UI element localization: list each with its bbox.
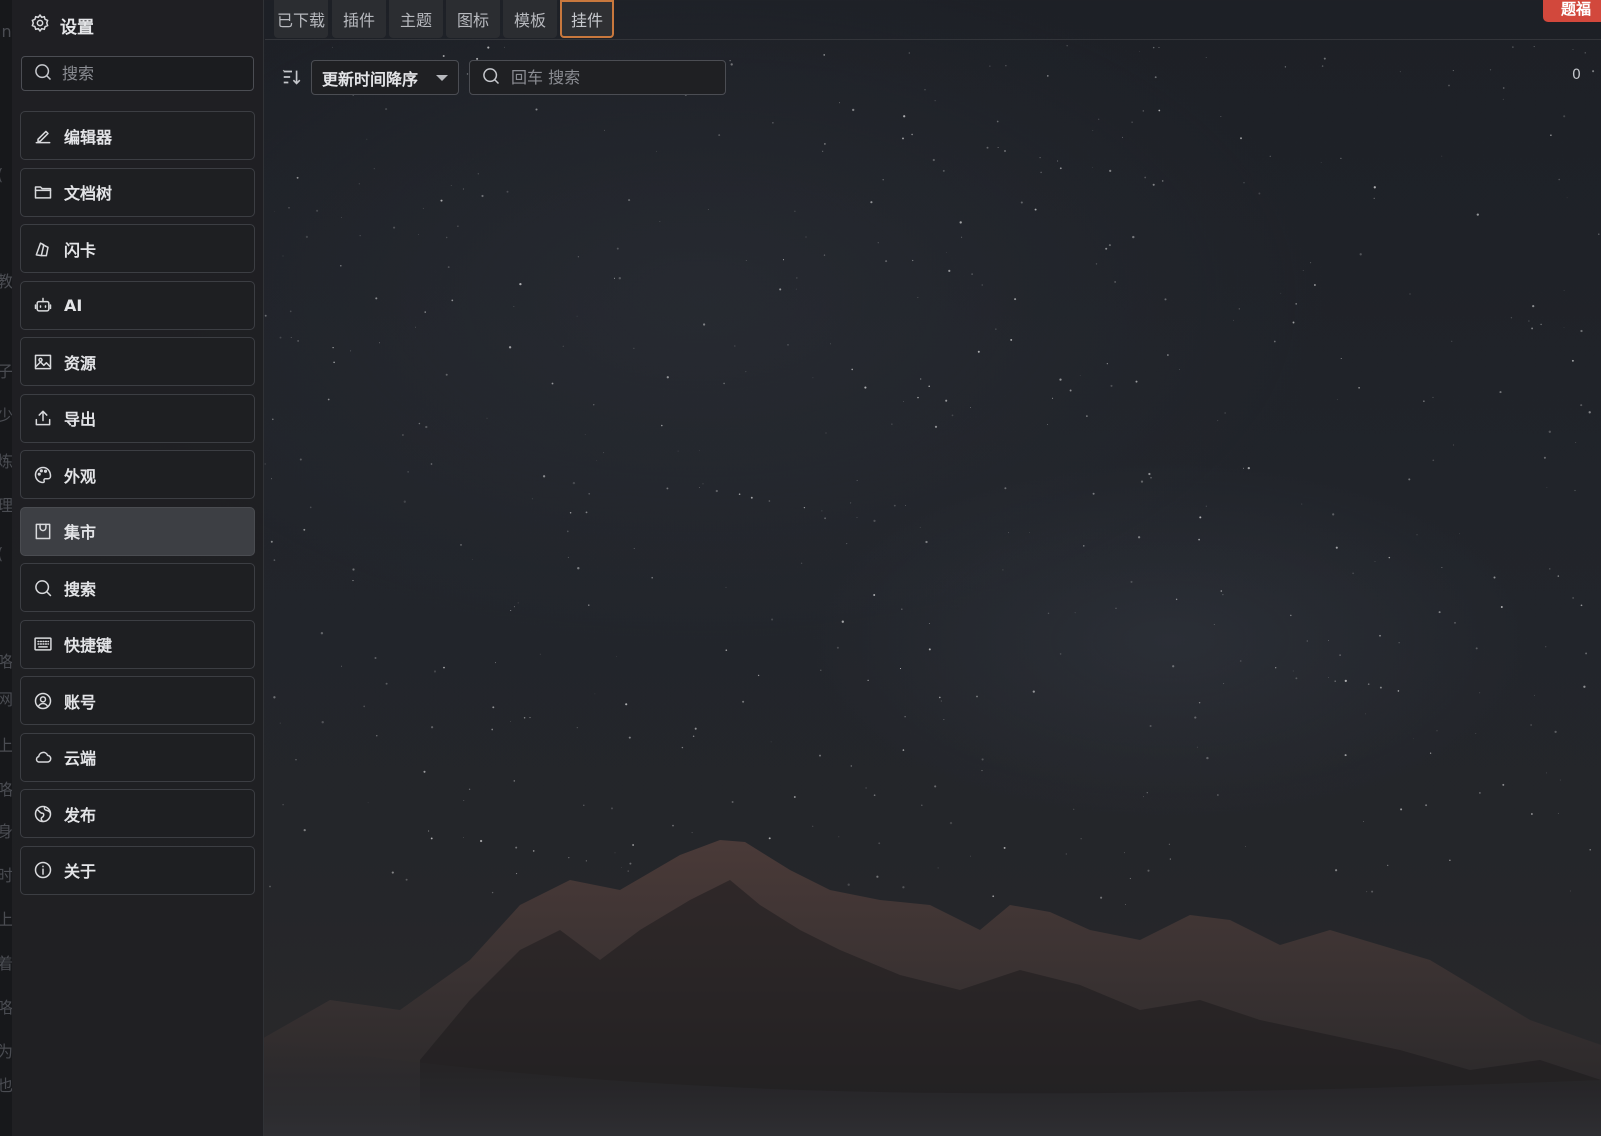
bazaar-search-input[interactable] — [511, 68, 681, 87]
caret-down-icon — [436, 75, 448, 81]
background-text-fragment: 子 — [0, 362, 12, 381]
tab-1[interactable]: 已下载 — [274, 0, 328, 38]
settings-search-input[interactable] — [62, 64, 232, 83]
folder-icon — [33, 182, 53, 202]
sidebar-item-6[interactable]: 导出 — [20, 393, 255, 443]
search-icon — [33, 578, 53, 598]
settings-title: 设置 — [30, 12, 94, 38]
robot-icon — [33, 295, 53, 315]
sidebar-item-7[interactable]: 外观 — [20, 450, 255, 499]
flashcard-icon — [33, 239, 53, 259]
background-text-fragment: 理 — [0, 496, 12, 515]
sidebar-item-3[interactable]: 闪卡 — [20, 224, 255, 273]
account-icon — [33, 691, 53, 711]
sidebar-item-label: 闪卡 — [64, 240, 97, 260]
settings-title-label: 设置 — [60, 17, 94, 38]
settings-sidebar: 设置 编辑器文档树闪卡 AI 资源导出外观集市搜索快捷键账号云端发布关于 — [12, 0, 264, 1136]
background-text-fragment: ( — [0, 544, 3, 563]
sidebar-item-label: 快捷键 — [64, 636, 113, 655]
bazaar-tab-bar: 已下载 插件 主题 图标 模板 挂件 — [265, 0, 1601, 40]
sidebar-item-label: 账号 — [64, 692, 97, 712]
sidebar-item-label: 关于 — [64, 862, 97, 881]
background-text-fragment: 咯 — [0, 998, 12, 1017]
cloud-icon — [33, 747, 53, 767]
sidebar-item-4[interactable]: AI — [20, 280, 255, 330]
sort-select[interactable]: 更新时间降序 — [311, 60, 459, 95]
sort-order-icon[interactable] — [281, 66, 303, 88]
sidebar-item-13[interactable]: 发布 — [20, 789, 255, 838]
background-text-fragment: 咯 — [0, 780, 12, 799]
sidebar-item-label: 发布 — [64, 805, 97, 825]
sidebar-item-label: AI — [64, 295, 83, 315]
sidebar-item-label: 文档树 — [64, 184, 113, 203]
sidebar-item-5[interactable]: 资源 — [20, 337, 255, 386]
settings-search-field[interactable] — [21, 56, 254, 91]
sidebar-item-label: 资源 — [64, 353, 97, 373]
background-text-fragment: 炼 — [0, 452, 12, 471]
sidebar-item-label: 集市 — [64, 523, 97, 542]
background-text-fragment: 身 — [0, 822, 12, 841]
background-text-fragment: 为 — [0, 1042, 12, 1061]
tab-6[interactable]: 挂件 — [560, 0, 614, 38]
palette-icon — [33, 465, 53, 485]
sidebar-item-2[interactable]: 文档树 — [20, 167, 255, 217]
sidebar-item-1[interactable]: 编辑器 — [20, 111, 255, 160]
background-text-fragment: 上 — [0, 910, 12, 929]
topright-action-label: 题福 — [1561, 0, 1592, 18]
tab-4[interactable]: 图标 — [446, 0, 500, 38]
globe-icon — [33, 804, 53, 824]
bazaar-icon — [33, 521, 53, 541]
tab-3[interactable]: 主题 — [389, 0, 443, 38]
sidebar-item-9[interactable]: 搜索 — [20, 563, 255, 612]
sidebar-item-label: 外观 — [64, 466, 97, 486]
sidebar-item-10[interactable]: 快捷键 — [20, 619, 255, 669]
background-text-fragment: 上 — [0, 736, 12, 755]
background-text-fragment: 着 — [0, 954, 12, 973]
sidebar-item-14[interactable]: 关于 — [20, 845, 255, 895]
background-text-fragment: in — [0, 22, 12, 41]
info-icon — [33, 860, 53, 880]
bazaar-search-field[interactable] — [469, 60, 726, 95]
tab-2[interactable]: 插件 — [332, 0, 386, 38]
pencil-icon — [33, 126, 53, 146]
background-text-fragment: 教 — [0, 272, 12, 291]
tab-5[interactable]: 模板 — [503, 0, 557, 38]
sidebar-item-11[interactable]: 账号 — [20, 676, 255, 725]
result-count: 0 — [1572, 67, 1581, 83]
topright-action-button[interactable]: 题福 — [1543, 0, 1601, 22]
background-text-fragment: 时 — [0, 866, 12, 885]
gear-icon — [30, 13, 50, 38]
sidebar-item-label: 导出 — [64, 410, 97, 429]
sidebar-item-label: 云端 — [64, 749, 97, 768]
upload-icon — [33, 408, 53, 428]
search-icon — [33, 62, 53, 86]
search-icon — [481, 66, 501, 90]
background-text-fragment: 少 — [0, 406, 12, 425]
background-text-fragment: 网 — [0, 690, 12, 709]
background-text-fragment: ( — [0, 165, 3, 184]
sidebar-item-8[interactable]: 集市 — [20, 506, 255, 556]
sidebar-item-12[interactable]: 云端 — [20, 732, 255, 782]
background-window-strip: in(教子少炼理(咯网上咯身时上着咯为也 — [0, 0, 12, 1136]
sidebar-item-label: 搜索 — [64, 579, 97, 599]
keyboard-icon — [33, 634, 53, 654]
background-text-fragment: 也 — [0, 1076, 12, 1095]
background-text-fragment: 咯 — [0, 652, 12, 671]
sidebar-item-label: 编辑器 — [64, 127, 113, 147]
image-icon — [33, 352, 53, 372]
sort-select-value: 更新时间降序 — [322, 69, 419, 89]
